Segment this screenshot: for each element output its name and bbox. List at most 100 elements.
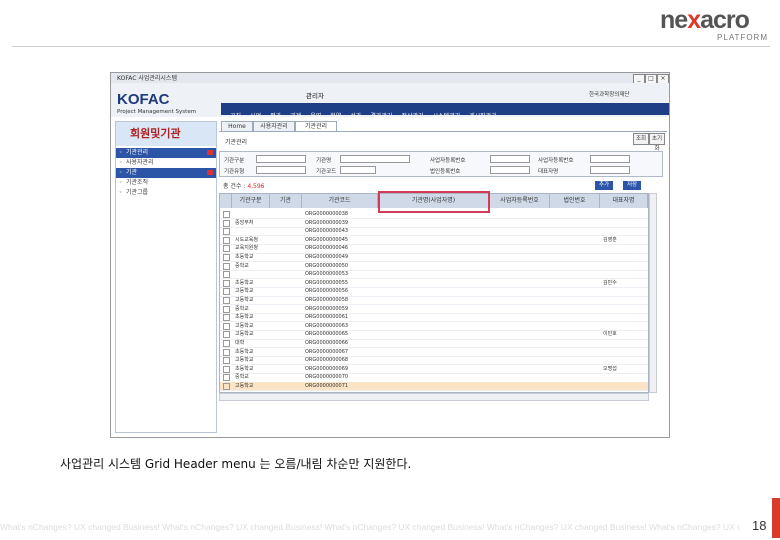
table-cell: 초등학교: [235, 254, 254, 260]
left-menu-item[interactable]: ◦ 기관그룹: [116, 188, 216, 198]
table-cell: [381, 227, 489, 235]
field-label: 법인등록번호: [430, 169, 461, 175]
add-button[interactable]: 추가: [595, 181, 613, 190]
table-cell: [603, 296, 647, 304]
grid-header-cell[interactable]: 대표자명: [600, 194, 648, 208]
vertical-scrollbar[interactable]: [649, 193, 657, 393]
row-checkbox[interactable]: [223, 245, 230, 253]
tab-home[interactable]: Home: [221, 121, 253, 131]
row-checkbox[interactable]: [223, 305, 230, 313]
row-checkbox[interactable]: [223, 279, 230, 287]
table-cell: [553, 253, 599, 261]
row-checkbox[interactable]: [223, 348, 230, 356]
row-checkbox[interactable]: [223, 297, 230, 304]
table-cell: [603, 287, 647, 295]
row-checkbox[interactable]: [223, 219, 230, 227]
table-cell: [493, 219, 549, 227]
row-checkbox[interactable]: [223, 288, 230, 296]
table-cell: [273, 236, 301, 244]
biz-number-input-2[interactable]: [590, 155, 630, 163]
table-cell: [273, 279, 301, 287]
row-checkbox[interactable]: [223, 374, 230, 382]
table-cell: [493, 287, 549, 295]
left-menu-item[interactable]: ◦ 사용자관리: [116, 158, 216, 168]
grid-header-cell[interactable]: 기관구분: [232, 194, 270, 208]
biz-number-input[interactable]: [490, 155, 530, 163]
left-menu-label: 기관조직: [126, 179, 149, 186]
table-cell: [381, 296, 489, 304]
ceo-name-input[interactable]: [590, 166, 630, 174]
field-label: 기관유형: [224, 169, 245, 175]
tab-user-management[interactable]: 사용자관리: [253, 121, 295, 131]
collapse-icon[interactable]: [207, 170, 213, 175]
row-checkbox[interactable]: [223, 322, 230, 330]
grid-header-cell[interactable]: 법인번호: [550, 194, 600, 208]
table-cell: [493, 305, 549, 313]
table-cell: [553, 348, 599, 356]
table-cell: [381, 313, 489, 321]
collapse-icon[interactable]: [207, 150, 213, 155]
org-code-input[interactable]: [340, 166, 376, 174]
table-cell: [603, 219, 647, 227]
org-kind-select[interactable]: [256, 166, 306, 174]
row-checkbox[interactable]: [223, 254, 230, 261]
footer-tagline: What's nChanges? UX changed Business! Wh…: [0, 522, 740, 532]
table-cell: 중학교: [235, 305, 249, 312]
row-checkbox[interactable]: [223, 357, 230, 365]
table-cell: [553, 339, 599, 347]
grid-header-cell[interactable]: 기관: [270, 194, 302, 208]
sub-tabs: Home 사용자관리 기관관리: [219, 121, 667, 132]
reset-button[interactable]: 초기화: [649, 133, 665, 152]
table-cell: [381, 339, 489, 347]
org-name: 한국과학창의재단: [589, 92, 630, 98]
row-checkbox[interactable]: [223, 236, 230, 244]
table-cell: [603, 373, 647, 381]
left-menu-item[interactable]: ◦ 기관조직: [116, 178, 216, 188]
bullet-icon: ◦: [119, 159, 123, 166]
horizontal-scrollbar[interactable]: [219, 393, 649, 401]
bullet-icon: ◦: [119, 189, 123, 196]
save-button[interactable]: 저장: [623, 181, 641, 190]
table-cell: 고등학교: [235, 357, 254, 364]
row-checkbox[interactable]: [223, 340, 230, 347]
table-cell: [235, 227, 269, 235]
row-checkbox[interactable]: [223, 228, 230, 236]
grid-header-cell[interactable]: 기관코드: [302, 194, 378, 208]
org-type-select[interactable]: [256, 155, 306, 163]
left-menu-label: 사용자관리: [126, 159, 154, 166]
row-checkbox[interactable]: [223, 314, 230, 322]
tab-org-management[interactable]: 기관관리: [295, 121, 337, 131]
row-checkbox[interactable]: [223, 365, 230, 373]
logo-subtitle: Project Management System: [117, 109, 197, 115]
table-cell: [273, 365, 301, 373]
row-checkbox[interactable]: [223, 331, 230, 339]
table-cell: [493, 244, 549, 252]
left-menu-item[interactable]: ◦ 기관관리: [116, 148, 216, 158]
left-panel-title: 회원및기관: [116, 122, 216, 146]
table-cell: [273, 313, 301, 321]
search-button[interactable]: 조회: [633, 133, 649, 145]
table-cell: [553, 382, 599, 390]
grid-header-cell[interactable]: 사업자등록번호: [490, 194, 550, 208]
table-cell: [381, 270, 489, 278]
left-menu-label: 기관그룹: [126, 189, 149, 196]
table-cell: [381, 365, 489, 373]
row-checkbox[interactable]: [223, 271, 230, 279]
table-cell: [493, 322, 549, 330]
table-cell: [273, 253, 301, 261]
table-cell: [493, 279, 549, 287]
table-row[interactable]: 고등학교 ORG0000000071: [220, 382, 648, 392]
org-name-input[interactable]: [340, 155, 410, 163]
table-cell: [603, 262, 647, 270]
table-cell: 고등학교: [235, 383, 254, 389]
table-cell: ORG0000000069: [305, 365, 349, 372]
table-cell: [273, 244, 301, 252]
corp-number-input[interactable]: [490, 166, 530, 174]
table-cell: 중학교: [235, 374, 249, 381]
row-checkbox[interactable]: [223, 383, 230, 390]
row-checkbox[interactable]: [223, 211, 230, 218]
grid-header-cell[interactable]: [220, 194, 232, 208]
left-menu-item[interactable]: ◦ 기관: [116, 168, 216, 178]
table-cell: [603, 253, 647, 261]
row-checkbox[interactable]: [223, 262, 230, 270]
